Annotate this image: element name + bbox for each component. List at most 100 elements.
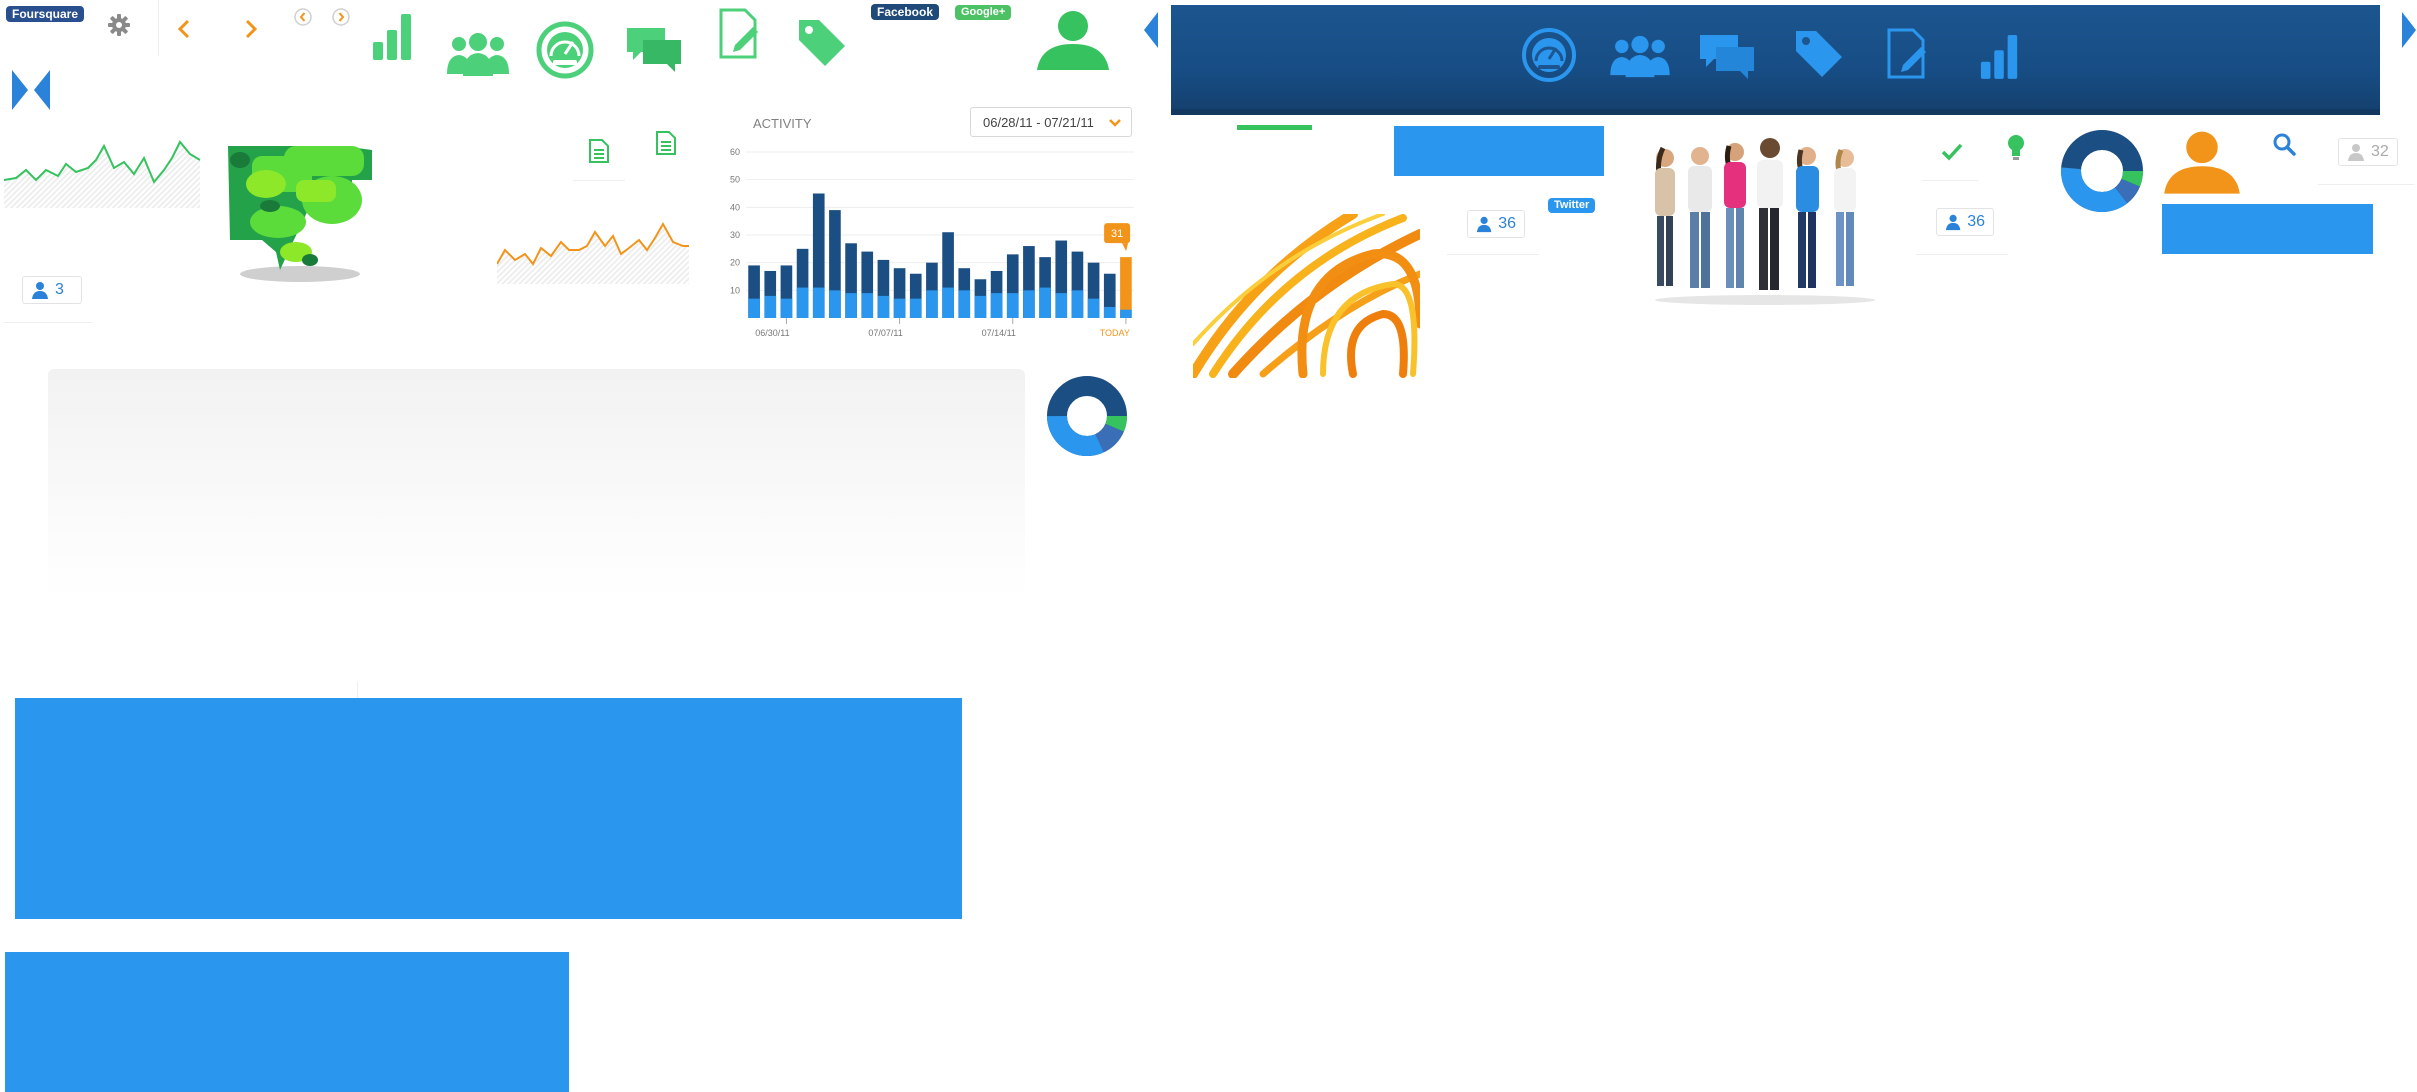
bar-segment [1006,293,1019,318]
divider [1447,254,1539,255]
sparkline-orange [497,221,689,284]
bar-segment [780,298,793,318]
bar-segment [926,290,938,318]
nav-users-icon[interactable] [1608,33,1672,79]
nav-tag-icon[interactable] [1792,27,1846,81]
y-tick-label: 10 [730,285,740,295]
divider [1916,254,2008,255]
green-speech-bubbles-graphic [228,146,372,282]
x-tick-label: 06/30/11 [755,328,789,338]
bar-chart-icon[interactable] [371,10,415,62]
document-icon-alt[interactable] [655,130,677,156]
today-callout-pointer [1122,243,1129,252]
user-count-box-disabled[interactable]: 32 [2338,138,2398,166]
user-count-value: 36 [1967,213,1985,230]
bar-segment [974,295,987,318]
bar-segment [812,287,825,318]
orange-swirl-graphic [1193,214,1420,378]
circle-left-icon[interactable] [293,7,313,27]
user-count-box[interactable]: 36 [1936,208,1994,236]
googleplus-badge[interactable]: Google+ [955,5,1012,20]
x-tick-label: 07/14/11 [982,328,1016,338]
user-count-value: 3 [55,281,64,298]
blue-header-placeholder [1394,126,1604,176]
top-navigation-bar [1171,5,2380,115]
user-icon [1476,216,1492,233]
nav-chat-icon[interactable] [1698,31,1756,83]
date-range-select[interactable]: 06/28/11 - 07/21/11 [970,107,1132,137]
bar-segment [748,298,760,318]
twitter-badge[interactable]: Twitter [1548,198,1596,213]
foursquare-badge[interactable]: Foursquare [6,6,85,22]
chevron-down-icon [1109,119,1121,127]
checkmark-icon[interactable] [1940,140,1964,164]
user-icon [32,282,48,299]
blue-placeholder-bottom [5,952,569,1092]
bar-segment [942,287,954,318]
sparkline-green [4,140,200,208]
bar-total-today [1120,257,1132,318]
blue-placeholder-right [2162,204,2373,254]
bar-segment [829,290,841,318]
bar-segment [1071,290,1084,318]
dashboard-icon[interactable] [535,20,595,80]
circle-right-icon[interactable] [331,7,351,27]
user-silhouette-icon [1037,11,1109,70]
bar-segment [909,298,922,318]
nav-bar-chart-icon[interactable] [1979,31,2021,81]
bar-segment [893,298,906,318]
group-users-icon[interactable] [445,30,511,78]
blue-placeholder-large [15,698,962,919]
y-tick-label: 30 [730,230,740,240]
user-count-value: 36 [1498,215,1516,232]
user-icon [2348,144,2364,161]
activity-bar-chart: 10 20 30 40 50 60 31 06/30/11 07/07/11 07/14/11 TO… [730,148,1134,338]
user-count-box[interactable]: 36 [1467,210,1525,238]
facebook-badge[interactable]: Facebook [871,4,940,20]
bar-segment [1087,298,1100,318]
collapse-arrows-icon[interactable] [10,68,52,112]
chevron-right-icon[interactable] [243,18,259,40]
user-count-value: 32 [2371,143,2389,160]
expand-arrow-right-icon[interactable] [2400,12,2417,48]
y-tick-label: 20 [730,258,740,268]
bar-segment [1039,287,1051,318]
user-count-box[interactable]: 3 [22,276,82,304]
divider [158,0,159,56]
team-photo [1655,138,1875,305]
bar-segment [1103,306,1116,318]
bar-segment [958,290,971,318]
chevron-left-icon[interactable] [176,18,192,40]
bar-segment-today [1120,309,1132,318]
bar-segment [990,293,1003,318]
lightbulb-icon[interactable] [2005,133,2027,163]
date-range-value: 06/28/11 - 07/21/11 [983,114,1094,130]
x-tick-label: 07/07/11 [868,328,902,338]
bar-segment [764,295,777,318]
x-tick-label: TODAY [1100,328,1130,338]
nav-edit-document-icon[interactable] [1885,27,1929,81]
donut-chart-large [2061,130,2143,212]
active-tab-indicator [1237,125,1312,130]
user-icon [1945,214,1961,231]
bar-segment [1023,290,1035,318]
content-panel [48,369,1025,599]
search-icon[interactable] [2272,132,2296,156]
user-silhouette-orange-icon [2164,131,2240,194]
document-icon[interactable] [588,138,610,164]
tag-icon[interactable] [795,16,849,70]
y-tick-label: 50 [730,175,740,185]
nav-dashboard-icon[interactable] [1519,25,1579,85]
bar-segment [796,287,809,318]
chat-bubbles-icon[interactable] [625,24,683,76]
y-tick-label: 60 [730,148,740,157]
divider [4,322,92,323]
bar-segment [1055,293,1068,318]
divider [1922,180,1978,181]
bar-segment [845,293,857,318]
edit-document-icon[interactable] [717,7,761,61]
gear-icon[interactable] [106,12,132,38]
today-value-label: 31 [1111,228,1123,240]
y-tick-label: 40 [730,202,740,212]
expand-arrow-left-icon[interactable] [1142,12,1160,48]
